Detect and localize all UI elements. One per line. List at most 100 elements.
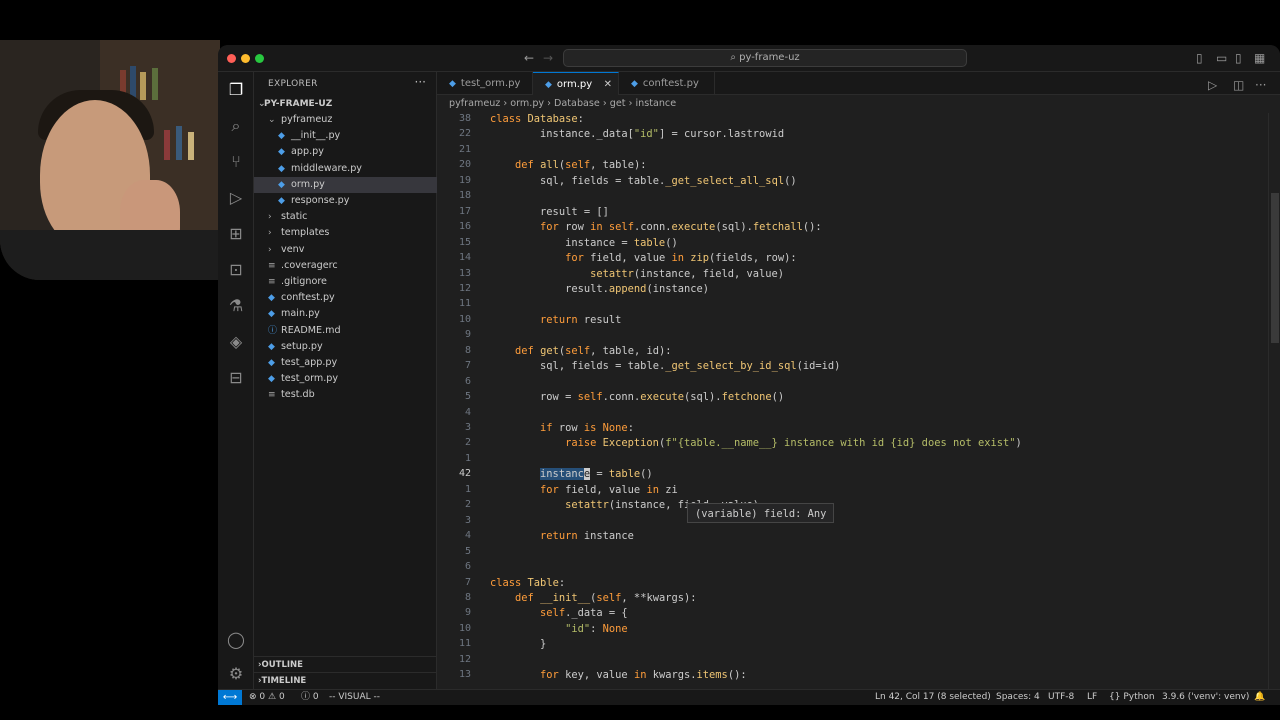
line-number: 21 — [458, 143, 471, 155]
tree-file[interactable]: ◆ test_orm.py — [254, 371, 437, 387]
tree-folder[interactable]: › venv — [254, 242, 437, 258]
split-editor-icon[interactable]: ◫ — [1233, 78, 1244, 92]
search-icon: ⌕ — [730, 52, 740, 63]
tree-folder[interactable]: › templates — [254, 225, 437, 241]
python-file-icon: ◆ — [545, 80, 552, 90]
python-interpreter[interactable]: 3.9.6 ('venv': venv) — [1162, 690, 1249, 705]
toggle-panel-icon[interactable]: ▭ — [1216, 51, 1227, 65]
webcam-overlay — [0, 40, 220, 280]
line-number: 2 — [464, 437, 471, 449]
workspace-root[interactable]: ⌄PY-FRAME-UZ — [254, 96, 437, 112]
line-number: 5 — [464, 545, 471, 557]
editor-scrollbar[interactable] — [1268, 113, 1280, 689]
source-control-icon[interactable]: ⑂ — [226, 152, 246, 172]
zoom-window-button[interactable] — [255, 54, 264, 63]
line-number: 11 — [458, 638, 471, 650]
python-file-icon: ◆ — [449, 79, 456, 89]
command-center[interactable]: ⌕ py-frame-uz — [563, 49, 967, 67]
code-line: instance = table() — [540, 468, 653, 481]
code-editor[interactable]: 38 class Database: 22 instance._data["id"]… — [437, 113, 1280, 689]
code-line: for row in self.conn.execute(sql).fetcha… — [540, 221, 822, 234]
indentation[interactable]: Spaces: 4 — [996, 690, 1040, 705]
back-arrow-icon[interactable]: ← — [524, 51, 534, 65]
line-number: 3 — [464, 422, 471, 433]
timeline-section[interactable]: ›TIMELINE — [254, 672, 437, 688]
line-number: 4 — [464, 406, 471, 418]
breadcrumb-item[interactable]: instance — [635, 98, 676, 109]
tab-label: test_orm.py — [460, 78, 521, 89]
customize-layout-icon[interactable]: ▦ — [1254, 51, 1265, 65]
tree-file[interactable]: ≡ test.db — [254, 387, 437, 403]
line-number: 13 — [458, 267, 471, 279]
tree-file[interactable]: ≡ .gitignore — [254, 274, 437, 290]
code-line: instance = table() — [565, 236, 678, 249]
problems-indicator[interactable]: ⊗ 0 ⚠ 0 — [249, 690, 285, 705]
editor-tab[interactable]: ◆ conftest.py — [619, 72, 715, 95]
tree-file[interactable]: ◆ test_app.py — [254, 355, 437, 371]
toggle-sidebar-icon[interactable]: ▯ — [1196, 51, 1203, 65]
breadcrumb: pyframeuz › orm.py › Database › get › in… — [449, 95, 676, 112]
close-tab-icon[interactable]: ✕ — [604, 73, 612, 96]
chevron-down-icon: ⌄ — [268, 115, 276, 125]
python-file-icon: ◆ — [278, 163, 285, 174]
breadcrumb-separator: › — [625, 98, 636, 109]
gear-icon[interactable]: ⚙ — [226, 664, 246, 684]
line-number: 7 — [464, 360, 471, 372]
title-bar: ← → ⌕ py-frame-uz ▯ ▭ ▯ ▦ — [218, 45, 1280, 72]
encoding[interactable]: UTF-8 — [1048, 690, 1074, 705]
breadcrumb-separator: › — [500, 98, 511, 109]
minimize-window-button[interactable] — [241, 54, 250, 63]
explorer-icon[interactable]: ❐ — [226, 80, 246, 100]
python-file-icon: ◆ — [631, 79, 638, 89]
testing-icon[interactable]: ⚗ — [226, 296, 246, 316]
run-debug-icon[interactable]: ▷ — [226, 188, 246, 208]
tree-file[interactable]: ≡ .coveragerc — [254, 258, 437, 274]
code-line: self._data = { — [540, 607, 628, 620]
breadcrumb-item[interactable]: pyframeuz — [449, 98, 500, 109]
close-window-button[interactable] — [227, 54, 236, 63]
more-actions-icon[interactable]: ··· — [1255, 78, 1266, 92]
run-python-file-icon[interactable]: ▷ — [1208, 78, 1217, 92]
toggle-secondary-sidebar-icon[interactable]: ▯ — [1235, 51, 1242, 65]
end-of-line[interactable]: LF — [1087, 690, 1097, 705]
chevron-right-icon: › — [268, 228, 272, 239]
breadcrumb-item[interactable]: orm.py — [510, 98, 544, 109]
tree-file[interactable]: ◆ main.py — [254, 306, 437, 322]
tree-folder[interactable]: › static — [254, 209, 437, 225]
editor-tab[interactable]: ◆ test_orm.py — [437, 72, 533, 95]
info-icon: ⓘ — [301, 692, 313, 702]
breadcrumb-item[interactable]: Database — [554, 98, 600, 109]
remote-explorer-icon[interactable]: ⊡ — [226, 260, 246, 280]
notifications-icon[interactable]: 🔔 — [1254, 690, 1265, 705]
extensions-icon[interactable]: ⊞ — [226, 224, 246, 244]
tree-file[interactable]: ◆ conftest.py — [254, 290, 437, 306]
tree-file[interactable]: ◆ __init__.py — [254, 128, 437, 144]
info-indicator[interactable]: ⓘ 0 — [301, 690, 319, 705]
tree-file[interactable]: ◆ orm.py — [254, 176, 437, 193]
tree-file[interactable]: ◆ response.py — [254, 193, 437, 209]
tree-file[interactable]: ◆ app.py — [254, 144, 437, 160]
tree-file[interactable]: ⓘ README.md — [254, 323, 437, 339]
docker-icon[interactable]: ◈ — [226, 332, 246, 352]
database-icon[interactable]: ⊟ — [226, 368, 246, 388]
outline-section[interactable]: ›OUTLINE — [254, 656, 437, 672]
code-line: for field, value in zip(fields, row): — [565, 252, 797, 265]
forward-arrow-icon[interactable]: → — [543, 51, 553, 65]
line-number: 6 — [464, 375, 471, 387]
scrollbar-thumb[interactable] — [1271, 193, 1279, 343]
remote-indicator-icon[interactable]: ⟷ — [218, 690, 242, 705]
cursor-position[interactable]: Ln 42, Col 17 (8 selected) — [875, 690, 991, 705]
python-file-icon: ◆ — [268, 293, 275, 304]
breadcrumb-item[interactable]: get — [610, 98, 626, 109]
more-actions-icon[interactable]: ··· — [415, 75, 426, 89]
editor-tab[interactable]: ◆ orm.py ✕ — [533, 72, 619, 95]
tree-item-label: __init__.py — [288, 130, 341, 142]
editor-area: ◆ test_orm.py ◆ orm.py ✕ ◆ conftest.py ▷ ◫ ···… — [437, 72, 1280, 689]
search-icon[interactable]: ⌕ — [226, 116, 246, 136]
language-mode[interactable]: {} Python — [1109, 690, 1155, 705]
code-line: def get(self, table, id): — [515, 344, 672, 357]
tree-file[interactable]: ◆ setup.py — [254, 339, 437, 355]
account-icon[interactable]: ◯ — [226, 630, 246, 650]
tree-folder[interactable]: ⌄ pyframeuz — [254, 112, 437, 128]
tree-file[interactable]: ◆ middleware.py — [254, 161, 437, 177]
